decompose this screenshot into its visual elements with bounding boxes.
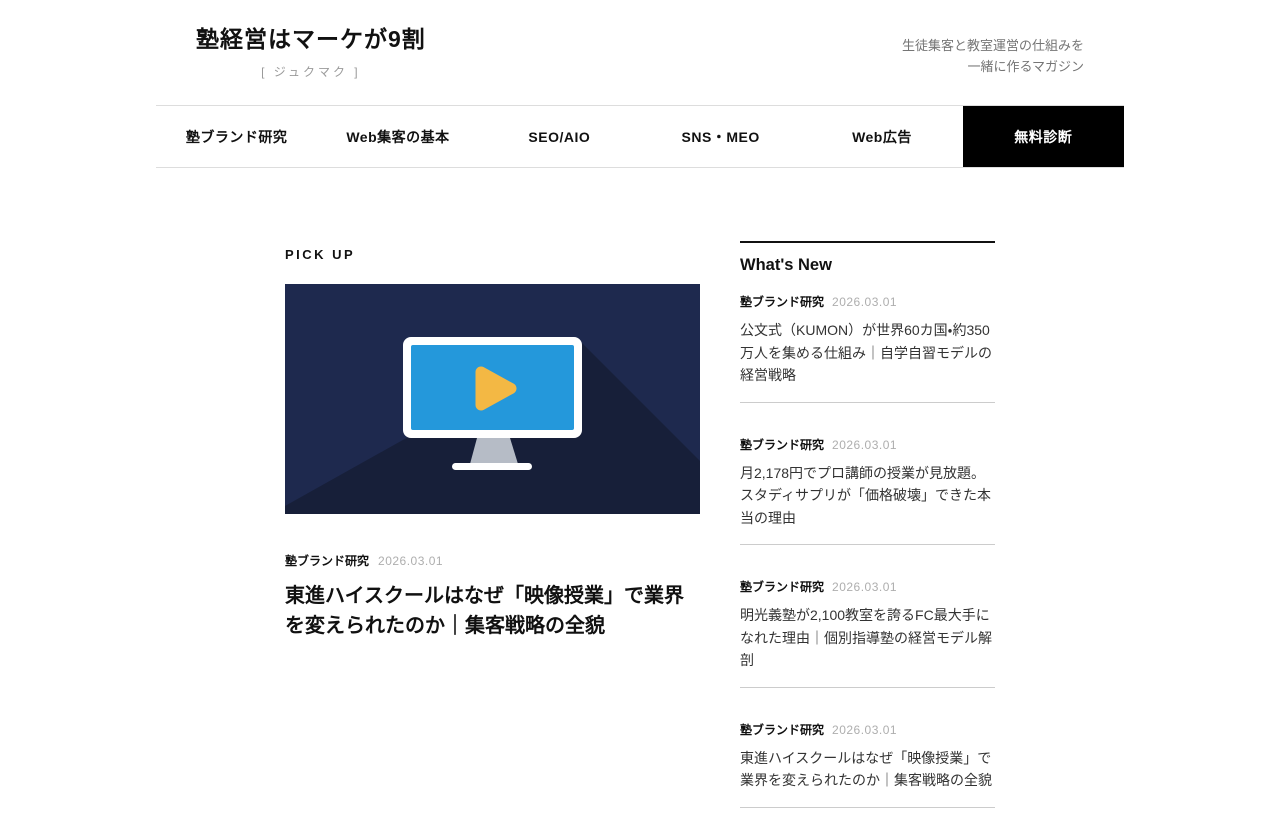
news-list-item[interactable]: 塾ブランド研究 2026.03.01 東進ハイスクールはなぜ「映像授業」で業界を… bbox=[740, 688, 995, 808]
news-item-meta: 塾ブランド研究 2026.03.01 bbox=[740, 721, 995, 738]
nav-item-brand-research[interactable]: 塾ブランド研究 bbox=[156, 106, 317, 167]
pickup-section-label: PICK UP bbox=[285, 241, 700, 262]
pickup-article-title[interactable]: 東進ハイスクールはなぜ「映像授業」で業界を変えられたのか｜集客戦略の全貌 bbox=[285, 581, 700, 641]
news-item-title[interactable]: 東進ハイスクールはなぜ「映像授業」で業界を変えられたのか｜集客戦略の全貌 bbox=[740, 747, 995, 792]
news-list-item[interactable]: 塾ブランド研究 2026.03.01 月2,178円でプロ講師の授業が見放題。ス… bbox=[740, 403, 995, 546]
monitor-stand bbox=[470, 438, 518, 464]
tagline-line-2: 一緒に作るマガジン bbox=[902, 56, 1084, 77]
nav-item-web-ads[interactable]: Web広告 bbox=[801, 106, 962, 167]
news-item-title[interactable]: 月2,178円でプロ講師の授業が見放題。スタディサプリが「価格破壊」できた本当の… bbox=[740, 462, 995, 530]
nav-item-web-basics[interactable]: Web集客の基本 bbox=[317, 106, 478, 167]
site-header: 塾経営はマーケが9割 [ ジュクマク ] 生徒集客と教室運営の仕組みを 一緒に作… bbox=[0, 0, 1280, 105]
news-list-item[interactable]: 塾ブランド研究 2026.03.01 公文式（KUMON）が世界60カ国・約35… bbox=[740, 293, 995, 403]
news-item-meta: 塾ブランド研究 2026.03.01 bbox=[740, 293, 995, 310]
main-content: PICK UP 塾ブランド研究 2026.03.01 東進ハイスクールはなぜ「映… bbox=[285, 241, 995, 814]
monitor-illustration bbox=[285, 284, 700, 514]
news-item-category[interactable]: 塾ブランド研究 bbox=[740, 721, 824, 738]
whats-new-widget: What's New 塾ブランド研究 2026.03.01 公文式（KUMON）… bbox=[740, 241, 995, 808]
news-item-date: 2026.03.01 bbox=[832, 580, 897, 594]
news-item-category[interactable]: 塾ブランド研究 bbox=[740, 578, 824, 595]
nav-item-sns-meo[interactable]: SNS・MEO bbox=[640, 106, 801, 167]
pickup-article-category[interactable]: 塾ブランド研究 bbox=[285, 552, 369, 569]
news-item-category[interactable]: 塾ブランド研究 bbox=[740, 436, 824, 453]
news-item-meta: 塾ブランド研究 2026.03.01 bbox=[740, 578, 995, 595]
pickup-article-date: 2026.03.01 bbox=[378, 554, 443, 568]
nav-item-seo-aio[interactable]: SEO/AIO bbox=[479, 106, 640, 167]
monitor-base bbox=[452, 463, 532, 470]
site-tagline: 生徒集客と教室運営の仕組みを 一緒に作るマガジン bbox=[902, 26, 1084, 77]
news-item-date: 2026.03.01 bbox=[832, 295, 897, 309]
pickup-article-thumbnail[interactable] bbox=[285, 284, 700, 514]
news-item-meta: 塾ブランド研究 2026.03.01 bbox=[740, 436, 995, 453]
news-item-date: 2026.03.01 bbox=[832, 723, 897, 737]
pickup-article-meta: 塾ブランド研究 2026.03.01 bbox=[285, 552, 700, 569]
site-subtitle: [ ジュクマク ] bbox=[196, 63, 426, 80]
news-item-title[interactable]: 明光義塾が2,100教室を誇るFC最大手になれた理由｜個別指導塾の経営モデル解剖 bbox=[740, 604, 995, 672]
news-item-date: 2026.03.01 bbox=[832, 438, 897, 452]
pickup-section: PICK UP 塾ブランド研究 2026.03.01 東進ハイスクールはなぜ「映… bbox=[285, 241, 700, 641]
news-item-title[interactable]: 公文式（KUMON）が世界60カ国・約350万人を集める仕組み｜自学自習モデルの… bbox=[740, 319, 995, 387]
site-logo[interactable]: 塾経営はマーケが9割 [ ジュクマク ] bbox=[196, 26, 426, 80]
news-list-item[interactable]: 塾ブランド研究 2026.03.01 明光義塾が2,100教室を誇るFC最大手に… bbox=[740, 545, 995, 688]
global-nav: 塾ブランド研究 Web集客の基本 SEO/AIO SNS・MEO Web広告 無… bbox=[0, 105, 1280, 168]
site-title: 塾経営はマーケが9割 bbox=[196, 26, 426, 54]
tagline-line-1: 生徒集客と教室運営の仕組みを bbox=[902, 35, 1084, 56]
whats-new-heading: What's New bbox=[740, 256, 995, 275]
news-item-category[interactable]: 塾ブランド研究 bbox=[740, 293, 824, 310]
nav-cta-free-diagnosis[interactable]: 無料診断 bbox=[963, 106, 1124, 167]
